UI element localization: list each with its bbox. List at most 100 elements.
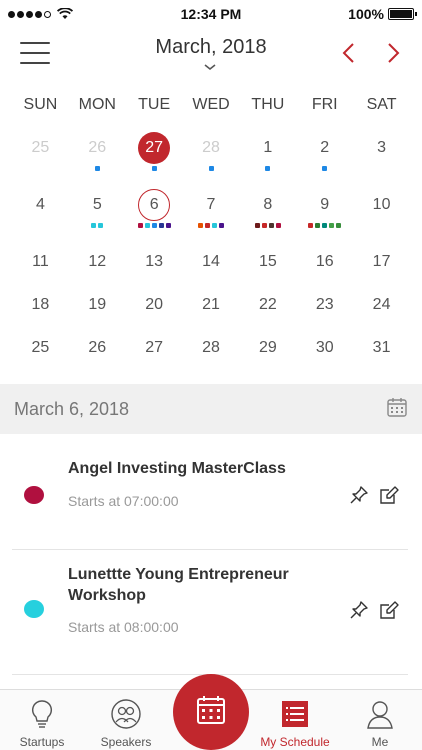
event-marker (219, 223, 224, 228)
pin-icon[interactable] (348, 484, 370, 506)
day-number: 29 (258, 339, 277, 356)
calendar-day[interactable]: 26 (69, 328, 126, 371)
day-number: 25 (31, 139, 50, 156)
next-month-icon[interactable] (381, 40, 405, 66)
tab-me[interactable]: Me (338, 690, 422, 750)
day-number: 6 (138, 189, 171, 221)
event-start-time: Starts at 08:00:00 (68, 619, 179, 635)
calendar-day[interactable]: 18 (12, 285, 69, 328)
calendar-day[interactable]: 28 (183, 128, 240, 185)
day-number: 26 (88, 339, 107, 356)
calendar-day[interactable]: 9 (296, 185, 353, 242)
calendar-day[interactable]: 12 (69, 242, 126, 285)
calendar-day[interactable]: 27 (126, 328, 183, 371)
calendar-day[interactable]: 26 (69, 128, 126, 185)
calendar-day[interactable]: 15 (239, 242, 296, 285)
event-item[interactable]: Lunettte Young Entrepreneur Workshop Sta… (0, 562, 422, 672)
event-markers (296, 166, 353, 172)
battery-icon (387, 8, 417, 20)
calendar-day-selected[interactable]: 6 (126, 185, 183, 242)
calendar-day[interactable]: 5 (69, 185, 126, 242)
event-markers (12, 366, 69, 372)
calendar-day[interactable]: 29 (239, 328, 296, 371)
day-number: 18 (31, 296, 50, 313)
person-icon (367, 701, 393, 729)
calendar-day[interactable]: 22 (239, 285, 296, 328)
calendar-day[interactable]: 30 (296, 328, 353, 371)
event-divider (12, 549, 408, 550)
day-number: 7 (206, 196, 216, 213)
event-marker (268, 223, 274, 228)
calendar-day[interactable]: 11 (12, 242, 69, 285)
center-calendar-button[interactable] (173, 674, 249, 750)
event-start-time: Starts at 07:00:00 (68, 493, 179, 509)
calendar-day[interactable]: 19 (69, 285, 126, 328)
calendar-day[interactable]: 13 (126, 242, 183, 285)
edit-icon[interactable] (378, 599, 400, 621)
event-markers (183, 366, 240, 372)
calendar-day[interactable]: 1 (239, 128, 296, 185)
event-marker (158, 223, 164, 228)
event-markers (69, 166, 126, 172)
tab-label: Speakers (100, 735, 152, 749)
calendar-day[interactable]: 20 (126, 285, 183, 328)
event-markers (239, 166, 296, 172)
event-markers (183, 166, 240, 172)
event-marker (151, 223, 157, 228)
tab-startups[interactable]: Startups (0, 690, 84, 750)
event-item[interactable]: Angel Investing MasterClass Starts at 07… (0, 450, 422, 550)
event-markers (69, 223, 126, 229)
event-marker (322, 166, 328, 171)
weekday-label: TUE (138, 96, 171, 113)
calendar-day-today[interactable]: 27 (126, 128, 183, 185)
calendar-day[interactable]: 16 (296, 242, 353, 285)
day-number: 28 (202, 339, 220, 356)
day-number: 14 (202, 253, 220, 270)
day-number: 31 (372, 339, 391, 356)
event-markers (12, 223, 69, 229)
day-number: 16 (315, 253, 334, 270)
calendar-day[interactable]: 25 (12, 328, 69, 371)
day-number: 3 (377, 139, 387, 156)
event-markers (353, 223, 410, 229)
event-markers (296, 366, 353, 372)
event-markers (239, 366, 296, 372)
calendar-day[interactable]: 7 (183, 185, 240, 242)
calendar-header: March, 2018 (0, 28, 422, 82)
calendar-day[interactable]: 3 (353, 128, 410, 185)
calendar-day[interactable]: 10 (353, 185, 410, 242)
calendar-day[interactable]: 28 (183, 328, 240, 371)
event-marker (208, 166, 214, 171)
calendar-day[interactable]: 24 (353, 285, 410, 328)
day-number: 30 (315, 339, 334, 356)
calendar-day[interactable]: 8 (239, 185, 296, 242)
calendar-week-row: 18 19 20 21 22 23 24 (12, 285, 410, 328)
event-marker (336, 223, 342, 228)
pin-icon[interactable] (348, 599, 370, 621)
calendar-icon[interactable] (386, 396, 408, 418)
calendar-grid: 25 26 27 28 1 2 3 4 5 6 7 8 9 10 11 12 13 14 15 16 17 18 19 20 2… (12, 128, 410, 371)
calendar-day[interactable]: 31 (353, 328, 410, 371)
wifi-icon (57, 8, 73, 19)
battery-percent: 100% (348, 6, 384, 22)
calendar-week-row: 25 26 27 28 1 2 3 (12, 128, 410, 185)
calendar-day[interactable]: 2 (296, 128, 353, 185)
calendar-day[interactable]: 25 (12, 128, 69, 185)
calendar-day[interactable]: 21 (183, 285, 240, 328)
day-number: 25 (31, 339, 50, 356)
chevron-down-icon[interactable] (203, 62, 217, 72)
calendar-week-row: 11 12 13 14 15 16 17 (12, 242, 410, 285)
event-marker (137, 223, 143, 228)
event-markers (126, 223, 183, 229)
tab-speakers[interactable]: Speakers (84, 690, 168, 750)
calendar-day[interactable]: 14 (183, 242, 240, 285)
edit-icon[interactable] (378, 484, 400, 506)
event-marker (212, 223, 217, 228)
calendar-day[interactable]: 4 (12, 185, 69, 242)
event-marker (165, 223, 171, 228)
calendar-day[interactable]: 23 (296, 285, 353, 328)
status-bar: 12:34 PM 100% (0, 0, 422, 28)
previous-month-icon[interactable] (337, 40, 361, 66)
calendar-day[interactable]: 17 (353, 242, 410, 285)
tab-my-schedule[interactable]: My Schedule (253, 690, 337, 750)
